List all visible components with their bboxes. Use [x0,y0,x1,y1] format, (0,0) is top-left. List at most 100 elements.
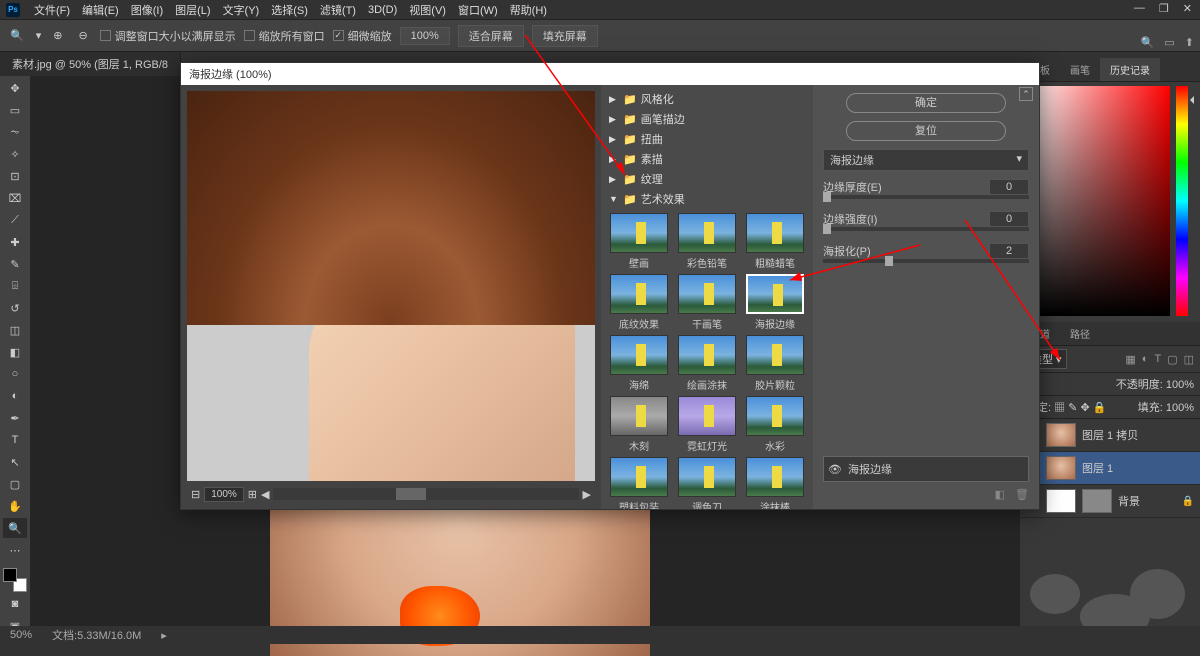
thumb-watercolor[interactable]: 水彩 [743,396,807,453]
fill-screen-button[interactable]: 填充屏幕 [532,25,598,47]
thumb-dry-brush[interactable]: 干画笔 [675,274,739,331]
category-brush-strokes[interactable]: 📁画笔描边 [605,109,809,129]
layer-item-1[interactable]: 👁 图层 1 [1020,452,1200,485]
fit-screen-button[interactable]: 适合屏幕 [458,25,524,47]
thumb-cutout[interactable]: 木刻 [607,396,671,453]
layer-item-copy[interactable]: 👁 图层 1 拷贝 [1020,419,1200,452]
eye-icon[interactable]: 👁 [828,463,842,476]
tab-history[interactable]: 历史记录 [1100,58,1160,81]
scroll-right-icon[interactable]: ▶ [583,488,591,501]
hue-slider[interactable] [1176,86,1188,316]
close-icon[interactable]: ✕ [1183,2,1192,15]
layer-thumbnail[interactable] [1046,489,1076,513]
filter-smart-icon[interactable]: ◫ [1184,353,1194,366]
minimize-icon[interactable]: — [1134,2,1145,15]
share-icon[interactable]: ⬆ [1185,36,1194,49]
posterize-slider[interactable] [823,259,1029,263]
category-texture[interactable]: 📁纹理 [605,169,809,189]
category-stylize[interactable]: 📁风格化 [605,89,809,109]
chevron-down-icon[interactable]: ▾ [36,29,42,42]
zoom-100-button[interactable]: 100% [400,27,450,45]
thumb-film-grain[interactable]: 胶片颗粒 [743,335,807,392]
color-field[interactable] [1026,86,1170,316]
history-brush-tool[interactable]: ↺ [3,298,27,318]
menu-filter[interactable]: 滤镜(T) [314,0,362,20]
status-zoom[interactable]: 50% [10,629,32,641]
menu-help[interactable]: 帮助(H) [504,0,553,20]
reset-button[interactable]: 复位 [846,121,1006,141]
thumb-smudge[interactable]: 涂抹棒 [743,457,807,509]
thumb-underpainting[interactable]: 底纹效果 [607,274,671,331]
ok-button[interactable]: 确定 [846,93,1006,113]
chevron-right-icon[interactable]: ▸ [161,629,167,642]
healing-tool[interactable]: ✚ [3,232,27,252]
fill-input[interactable]: 100% [1166,402,1194,414]
edit-toolbar[interactable]: ⋯ [3,540,27,560]
edge-thickness-input[interactable]: 0 [989,179,1029,195]
posterize-input[interactable]: 2 [989,243,1029,259]
magic-wand-tool[interactable]: ✧ [3,144,27,164]
blur-tool[interactable]: ○ [3,364,27,384]
category-sketch[interactable]: 📁素描 [605,149,809,169]
category-artistic[interactable]: 📁艺术效果 [605,189,809,209]
zoom-in-icon[interactable]: ⊕ [49,27,66,44]
path-tool[interactable]: ↖ [3,452,27,472]
thumb-palette-knife[interactable]: 调色刀 [675,457,739,509]
menu-window[interactable]: 窗口(W) [452,0,504,20]
hand-tool[interactable]: ✋ [3,496,27,516]
preview-scrollbar[interactable] [273,488,578,500]
filter-type-icon[interactable]: T [1154,353,1161,366]
frame-tool[interactable]: ⌧ [3,188,27,208]
crop-tool[interactable]: ⊡ [3,166,27,186]
lasso-tool[interactable]: ⏦ [3,122,27,142]
fit-all-option[interactable]: 缩放所有窗口 [244,28,325,44]
thumb-plastic-wrap[interactable]: 塑料包装 [607,457,671,509]
menu-edit[interactable]: 编辑(E) [76,0,125,20]
brush-tool[interactable]: ✎ [3,254,27,274]
layer-thumbnail[interactable] [1046,456,1076,480]
quick-mask[interactable]: ◙ [3,594,27,614]
applied-filter-item[interactable]: 👁 海报边缘 [823,456,1029,482]
eraser-tool[interactable]: ◫ [3,320,27,340]
new-effect-icon[interactable]: ◧ [995,488,1005,501]
collapse-icon[interactable]: ⌃ [1019,87,1033,101]
zoom-out-icon[interactable]: ⊖ [74,27,91,44]
resize-window-option[interactable]: 调整窗口大小以满屏显示 [100,28,236,44]
thumb-colored-pencil[interactable]: 彩色铅笔 [675,213,739,270]
layer-thumbnail[interactable] [1046,423,1076,447]
maximize-icon[interactable]: ❐ [1159,2,1169,15]
tab-paths[interactable]: 路径 [1060,322,1100,345]
move-tool[interactable]: ✥ [3,78,27,98]
document-tab[interactable]: 素材.jpg @ 50% (图层 1, RGB/8 [0,52,181,76]
stamp-tool[interactable]: ⌹ [3,276,27,296]
filter-dropdown[interactable]: 海报边缘▾ [823,149,1029,171]
opacity-input[interactable]: 100% [1166,379,1194,391]
thumb-smudge-stick[interactable]: 绘画涂抹 [675,335,739,392]
zoom-in-icon[interactable]: ⊞ [248,488,257,501]
menu-type[interactable]: 文字(Y) [217,0,266,20]
menu-3d[interactable]: 3D(D) [362,2,403,18]
thumb-neon-glow[interactable]: 霓虹灯光 [675,396,739,453]
scrubby-option[interactable]: 细微缩放 [333,28,392,44]
thumb-rough-pastels[interactable]: 粗糙蜡笔 [743,213,807,270]
category-distort[interactable]: 📁扭曲 [605,129,809,149]
shape-tool[interactable]: ▢ [3,474,27,494]
thumb-poster-edges[interactable]: 海报边缘 [743,274,807,331]
menu-select[interactable]: 选择(S) [265,0,314,20]
type-tool[interactable]: T [3,430,27,450]
preview-zoom-value[interactable]: 100% [204,487,244,502]
color-picker-panel[interactable] [1020,82,1200,322]
foreground-color[interactable] [3,568,17,582]
filter-shape-icon[interactable]: ▢ [1167,353,1177,366]
tab-brushes[interactable]: 画笔 [1060,58,1100,81]
gradient-tool[interactable]: ◧ [3,342,27,362]
menu-layer[interactable]: 图层(L) [169,0,216,20]
trash-icon[interactable]: 🗑 [1015,488,1029,501]
edge-thickness-slider[interactable] [823,195,1029,199]
layer-mask-thumbnail[interactable] [1082,489,1112,513]
thumb-sponge[interactable]: 海绵 [607,335,671,392]
workspace-icon[interactable]: ▭ [1164,36,1174,49]
pen-tool[interactable]: ✒ [3,408,27,428]
edge-intensity-input[interactable]: 0 [989,211,1029,227]
color-swatches[interactable] [3,568,27,592]
